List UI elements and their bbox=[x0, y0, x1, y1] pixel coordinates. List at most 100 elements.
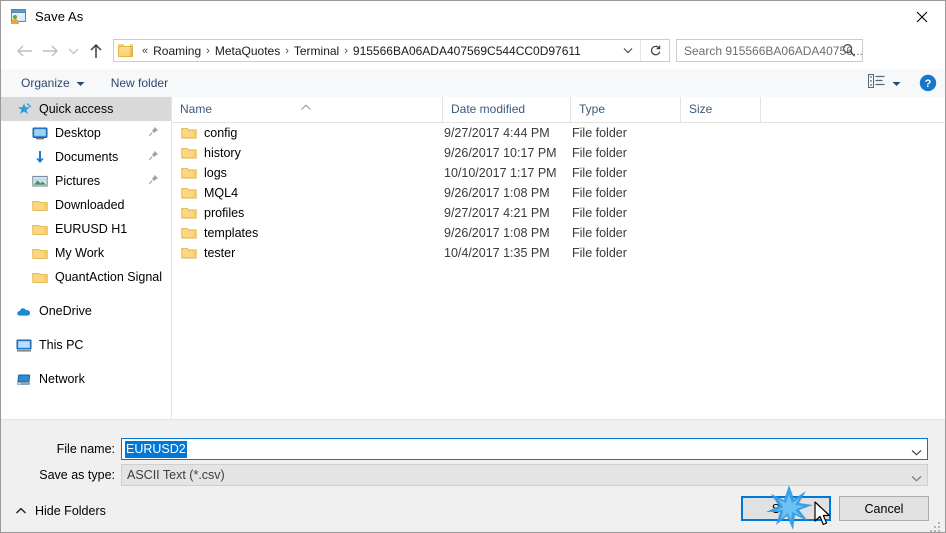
arrow-up-icon[interactable] bbox=[83, 38, 109, 64]
file-row-name-cell: logs bbox=[172, 166, 442, 180]
file-name-value: EURUSD2 bbox=[125, 440, 187, 458]
sidebar-item-quick-access[interactable]: Quick access bbox=[1, 97, 171, 121]
table-row[interactable]: config 9/27/2017 4:44 PM File folder bbox=[172, 123, 945, 143]
nav-group-gap bbox=[1, 323, 171, 333]
sidebar-item-desktop[interactable]: Desktop bbox=[1, 121, 171, 145]
sidebar-item-pictures[interactable]: Pictures bbox=[1, 169, 171, 193]
address-bar[interactable]: « Roaming › MetaQuotes › Terminal › 9155… bbox=[113, 39, 670, 62]
file-row-date: 9/26/2017 1:08 PM bbox=[444, 186, 550, 200]
folder-icon bbox=[31, 245, 49, 261]
chevron-down-icon[interactable] bbox=[63, 38, 83, 64]
pin-icon[interactable] bbox=[148, 174, 159, 188]
sidebar-item-this-pc[interactable]: This PC bbox=[1, 333, 171, 357]
help-icon[interactable]: ? bbox=[919, 74, 937, 92]
file-row-name-cell: templates bbox=[172, 226, 442, 240]
sidebar-item-network[interactable]: Network bbox=[1, 367, 171, 391]
breadcrumb-separator: › bbox=[206, 44, 210, 57]
table-row[interactable]: logs 10/10/2017 1:17 PM File folder bbox=[172, 163, 945, 183]
file-row-date: 10/10/2017 1:17 PM bbox=[444, 166, 557, 180]
file-name-label: File name: bbox=[56, 442, 115, 456]
breadcrumb-separator: › bbox=[285, 44, 289, 57]
arrow-right-icon[interactable] bbox=[37, 38, 63, 64]
chevron-up-icon bbox=[15, 504, 27, 518]
chevron-down-icon[interactable] bbox=[911, 443, 922, 461]
file-row-type: File folder bbox=[572, 186, 627, 200]
folder-icon bbox=[181, 186, 197, 200]
organize-label: Organize bbox=[21, 76, 70, 90]
sidebar-item-label: Pictures bbox=[55, 174, 101, 188]
sidebar-item-quantaction-signal[interactable]: QuantAction Signal bbox=[1, 265, 171, 289]
file-row-name: config bbox=[204, 126, 238, 140]
sidebar-item-documents[interactable]: Documents bbox=[1, 145, 171, 169]
sidebar-item-my-work[interactable]: My Work bbox=[1, 241, 171, 265]
this-pc-icon bbox=[15, 337, 33, 353]
title-bar: Save As bbox=[1, 1, 945, 32]
view-mode-button[interactable] bbox=[868, 73, 901, 93]
file-row-name-cell: tester bbox=[172, 246, 442, 260]
refresh-icon[interactable] bbox=[640, 40, 669, 61]
arrow-left-icon[interactable] bbox=[11, 38, 37, 64]
resize-grip-icon[interactable] bbox=[930, 519, 942, 532]
sort-ascending-icon bbox=[300, 98, 312, 116]
search-icon[interactable] bbox=[842, 43, 856, 63]
sidebar-item-label: Documents bbox=[55, 150, 119, 164]
column-header-spacer bbox=[760, 97, 935, 122]
save-form-pane: File name: EURUSD2 Save as type: ASCII T… bbox=[1, 419, 945, 532]
caret-down-icon bbox=[892, 74, 901, 92]
column-header-type[interactable]: Type bbox=[570, 97, 680, 122]
column-header-date-modified[interactable]: Date modified bbox=[442, 97, 570, 122]
cancel-button[interactable]: Cancel bbox=[839, 496, 929, 521]
save-as-type-value: ASCII Text (*.csv) bbox=[127, 468, 225, 482]
sidebar-item-label: This PC bbox=[39, 338, 84, 352]
pin-icon[interactable] bbox=[148, 150, 159, 164]
sidebar-item-label: Quick access bbox=[39, 102, 114, 116]
search-placeholder: Search 915566BA06ADA40756... bbox=[684, 43, 862, 58]
table-row[interactable]: history 9/26/2017 10:17 PM File folder bbox=[172, 143, 945, 163]
column-header-size[interactable]: Size bbox=[680, 97, 760, 122]
desktop-icon bbox=[31, 125, 49, 141]
sidebar-item-eurusd-h1[interactable]: EURUSD H1 bbox=[1, 217, 171, 241]
folder-icon bbox=[31, 269, 49, 285]
search-input[interactable]: Search 915566BA06ADA40756... bbox=[676, 39, 863, 62]
file-row-date: 9/26/2017 1:08 PM bbox=[444, 226, 550, 240]
breadcrumb-terminal[interactable]: Terminal bbox=[294, 44, 339, 58]
chevron-down-icon[interactable] bbox=[911, 469, 922, 487]
sidebar-item-downloaded[interactable]: Downloaded bbox=[1, 193, 171, 217]
folder-icon bbox=[181, 166, 197, 180]
table-row[interactable]: templates 9/26/2017 1:08 PM File folder bbox=[172, 223, 945, 243]
network-icon bbox=[15, 371, 33, 387]
nav-group-gap bbox=[1, 289, 171, 299]
file-row-type: File folder bbox=[572, 166, 627, 180]
save-button-label: Save bbox=[771, 501, 801, 516]
save-as-type-row: Save as type: ASCII Text (*.csv) bbox=[1, 464, 945, 486]
file-row-name-cell: MQL4 bbox=[172, 186, 442, 200]
breadcrumb-terminal-id[interactable]: 915566BA06ADA407569C544CC0D97611 bbox=[353, 44, 581, 58]
pin-icon[interactable] bbox=[148, 126, 159, 140]
close-icon[interactable] bbox=[899, 1, 945, 32]
address-dropdown-icon[interactable] bbox=[617, 40, 639, 61]
hide-folders-button[interactable]: Hide Folders bbox=[15, 504, 106, 518]
table-row[interactable]: profiles 9/27/2017 4:21 PM File folder bbox=[172, 203, 945, 223]
file-row-name: logs bbox=[204, 166, 227, 180]
folder-icon bbox=[31, 221, 49, 237]
list-view-icon bbox=[868, 73, 885, 93]
new-folder-button[interactable]: New folder bbox=[105, 72, 174, 94]
file-name-input[interactable]: EURUSD2 bbox=[121, 438, 928, 460]
table-row[interactable]: MQL4 9/26/2017 1:08 PM File folder bbox=[172, 183, 945, 203]
organize-button[interactable]: Organize bbox=[15, 72, 91, 94]
save-as-type-select[interactable]: ASCII Text (*.csv) bbox=[121, 464, 928, 486]
sidebar-item-onedrive[interactable]: OneDrive bbox=[1, 299, 171, 323]
documents-icon bbox=[31, 149, 49, 165]
file-row-date: 9/27/2017 4:21 PM bbox=[444, 206, 550, 220]
breadcrumb-overflow[interactable]: « bbox=[137, 45, 153, 57]
sidebar-item-label: EURUSD H1 bbox=[55, 222, 128, 236]
cancel-button-label: Cancel bbox=[864, 501, 904, 516]
file-row-name-cell: profiles bbox=[172, 206, 442, 220]
breadcrumb-metaquotes[interactable]: MetaQuotes bbox=[215, 44, 280, 58]
file-name-row: File name: EURUSD2 bbox=[1, 438, 945, 460]
hide-folders-label: Hide Folders bbox=[35, 504, 106, 518]
folder-icon bbox=[181, 126, 197, 140]
breadcrumb-roaming[interactable]: Roaming bbox=[153, 44, 201, 58]
save-button[interactable]: Save bbox=[741, 496, 831, 521]
table-row[interactable]: tester 10/4/2017 1:35 PM File folder bbox=[172, 243, 945, 263]
